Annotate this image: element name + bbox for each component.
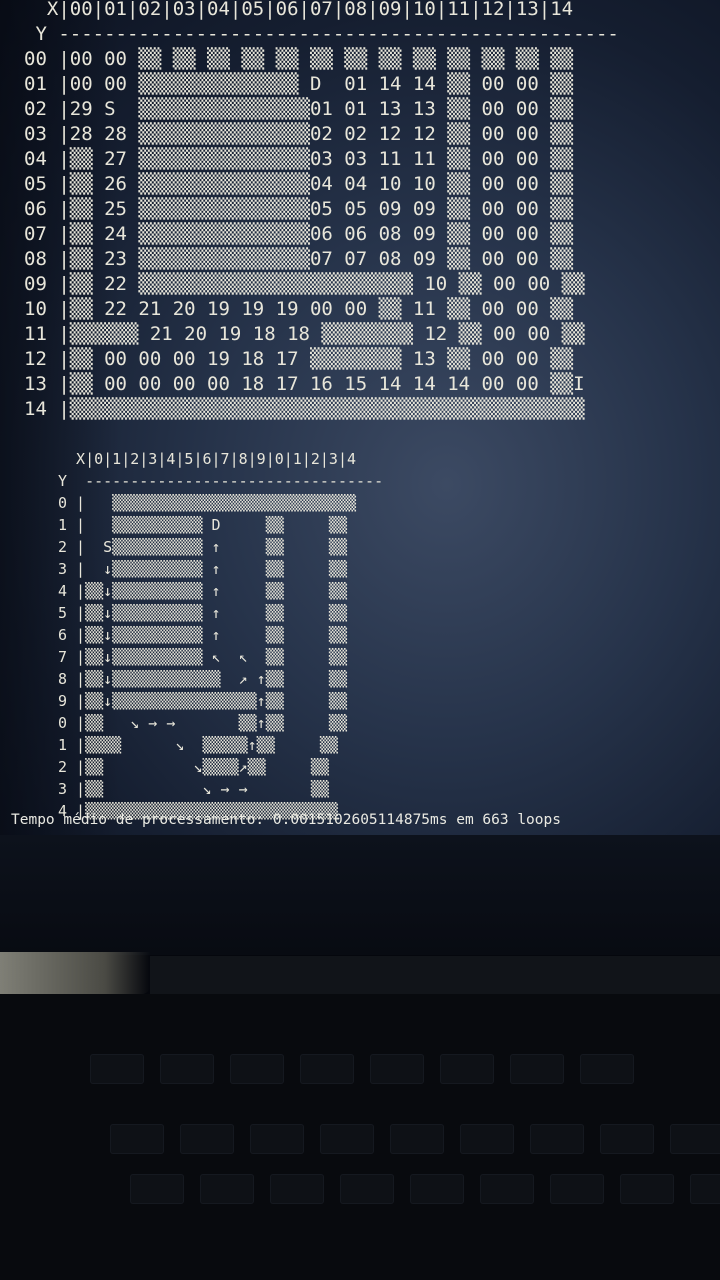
grid2-row: 2 |▒▒ ↘▒▒▒▒↗▒▒ ▒▒ (58, 758, 329, 776)
grid1-row: Y --------------------------------------… (24, 23, 619, 45)
keyboard-key (460, 1124, 514, 1154)
laptop-hinge (150, 956, 720, 994)
grid1-row: 06 |▒▒ 25 ▒▒▒▒▒▒▒▒▒▒▒▒▒▒▒05 05 09 09 ▒▒ … (24, 198, 574, 220)
grid2-row: 5 |▒▒↓▒▒▒▒▒▒▒▒▒▒ ↑ ▒▒ ▒▒ (58, 604, 347, 622)
grid2-row: 2 | S▒▒▒▒▒▒▒▒▒▒ ↑ ▒▒ ▒▒ (58, 538, 347, 556)
grid2-row: 7 |▒▒↓▒▒▒▒▒▒▒▒▒▒ ↖ ↖ ▒▒ ▒▒ (58, 648, 347, 666)
keyboard-key (230, 1054, 284, 1084)
keyboard-key (130, 1174, 184, 1204)
distance-grid: X|00|01|02|03|04|05|06|07|08|09|10|11|12… (24, 0, 619, 422)
keyboard-key (410, 1174, 464, 1204)
grid2-row: 0 |▒▒ ↘ → → ▒▒↑▒▒ ▒▒ (58, 714, 347, 732)
keyboard-key (180, 1124, 234, 1154)
keyboard-key (110, 1124, 164, 1154)
keyboard-key (510, 1054, 564, 1084)
laptop-keyboard (0, 994, 720, 1280)
keyboard-key (530, 1124, 584, 1154)
grid2-row: 6 |▒▒↓▒▒▒▒▒▒▒▒▒▒ ↑ ▒▒ ▒▒ (58, 626, 347, 644)
grid2-row: 1 | ▒▒▒▒▒▒▒▒▒▒ D ▒▒ ▒▒ (58, 516, 347, 534)
grid1-row: 11 |▒▒▒▒▒▒ 21 20 19 18 18 ▒▒▒▒▒▒▒▒ 12 ▒▒… (24, 323, 585, 345)
grid1-row: 13 |▒▒ 00 00 00 00 18 17 16 15 14 14 14 … (24, 373, 585, 395)
grid1-row: 09 |▒▒ 22 ▒▒▒▒▒▒▒▒▒▒▒▒▒▒▒▒▒▒▒▒▒▒▒▒ 10 ▒▒… (24, 273, 585, 295)
keyboard-key (160, 1054, 214, 1084)
keyboard-key (200, 1174, 254, 1204)
grid1-row: 10 |▒▒ 22 21 20 19 19 19 00 00 ▒▒ 11 ▒▒ … (24, 298, 574, 320)
keyboard-key (620, 1174, 674, 1204)
keyboard-key (480, 1174, 534, 1204)
keyboard-key (690, 1174, 720, 1204)
grid1-row: 12 |▒▒ 00 00 00 19 18 17 ▒▒▒▒▒▒▒▒ 13 ▒▒ … (24, 348, 574, 370)
grid1-row: 08 |▒▒ 23 ▒▒▒▒▒▒▒▒▒▒▒▒▒▒▒07 07 08 09 ▒▒ … (24, 248, 574, 270)
grid1-row: 01 |00 00 ▒▒▒▒▒▒▒▒▒▒▒▒▒▒ D 01 14 14 ▒▒ 0… (24, 73, 574, 95)
grid2-row: Y --------------------------------- (58, 472, 384, 490)
keyboard-key (250, 1124, 304, 1154)
processing-time-status: Tempo médio de processamento: 0.00151026… (11, 812, 561, 828)
keyboard-key (390, 1124, 444, 1154)
grid1-row: 04 |▒▒ 27 ▒▒▒▒▒▒▒▒▒▒▒▒▒▒▒03 03 11 11 ▒▒ … (24, 148, 574, 170)
keyboard-key (300, 1054, 354, 1084)
keyboard-key (90, 1054, 144, 1084)
grid1-row: X|00|01|02|03|04|05|06|07|08|09|10|11|12… (24, 0, 574, 20)
grid2-row: 8 |▒▒↓▒▒▒▒▒▒▒▒▒▒▒▒ ↗ ↑▒▒ ▒▒ (58, 670, 347, 688)
keyboard-key (270, 1174, 324, 1204)
grid1-row: 05 |▒▒ 26 ▒▒▒▒▒▒▒▒▒▒▒▒▒▒▒04 04 10 10 ▒▒ … (24, 173, 574, 195)
keyboard-key (320, 1124, 374, 1154)
grid2-row: 3 |▒▒ ↘ → → ▒▒ (58, 780, 329, 798)
grid1-row: 02 |29 S ▒▒▒▒▒▒▒▒▒▒▒▒▒▒▒01 01 13 13 ▒▒ 0… (24, 98, 574, 120)
keyboard-key (340, 1174, 394, 1204)
keyboard-key (370, 1054, 424, 1084)
grid2-row: 1 |▒▒▒▒ ↘ ▒▒▒▒▒↑▒▒ ▒▒ (58, 736, 338, 754)
hinge-highlight (0, 952, 150, 994)
grid1-row: 14 |▒▒▒▒▒▒▒▒▒▒▒▒▒▒▒▒▒▒▒▒▒▒▒▒▒▒▒▒▒▒▒▒▒▒▒▒… (24, 398, 585, 420)
grid1-row: 07 |▒▒ 24 ▒▒▒▒▒▒▒▒▒▒▒▒▒▒▒06 06 08 09 ▒▒ … (24, 223, 574, 245)
keyboard-key (670, 1124, 720, 1154)
path-map-grid: X|0|1|2|3|4|5|6|7|8|9|0|1|2|3|4 Y -------… (58, 448, 383, 822)
laptop-screen: X|00|01|02|03|04|05|06|07|08|09|10|11|12… (0, 0, 720, 835)
grid2-row: 9 |▒▒↓▒▒▒▒▒▒▒▒▒▒▒▒▒▒▒▒↑▒▒ ▒▒ (58, 692, 347, 710)
grid2-row: X|0|1|2|3|4|5|6|7|8|9|0|1|2|3|4 (58, 450, 357, 468)
keyboard-key (580, 1054, 634, 1084)
grid2-row: 0 | ▒▒▒▒▒▒▒▒▒▒▒▒▒▒▒▒▒▒▒▒▒▒▒▒▒▒▒ (58, 494, 357, 512)
keyboard-key (600, 1124, 654, 1154)
keyboard-key (440, 1054, 494, 1084)
grid1-row: 03 |28 28 ▒▒▒▒▒▒▒▒▒▒▒▒▒▒▒02 02 12 12 ▒▒ … (24, 123, 574, 145)
grid1-row: 00 |00 00 ▒▒ ▒▒ ▒▒ ▒▒ ▒▒ ▒▒ ▒▒ ▒▒ ▒▒ ▒▒ … (24, 48, 574, 70)
keyboard-key (550, 1174, 604, 1204)
grid2-row: 3 | ↓▒▒▒▒▒▒▒▒▒▒ ↑ ▒▒ ▒▒ (58, 560, 347, 578)
screen-bezel (0, 835, 720, 955)
grid2-row: 4 |▒▒↓▒▒▒▒▒▒▒▒▒▒ ↑ ▒▒ ▒▒ (58, 582, 347, 600)
